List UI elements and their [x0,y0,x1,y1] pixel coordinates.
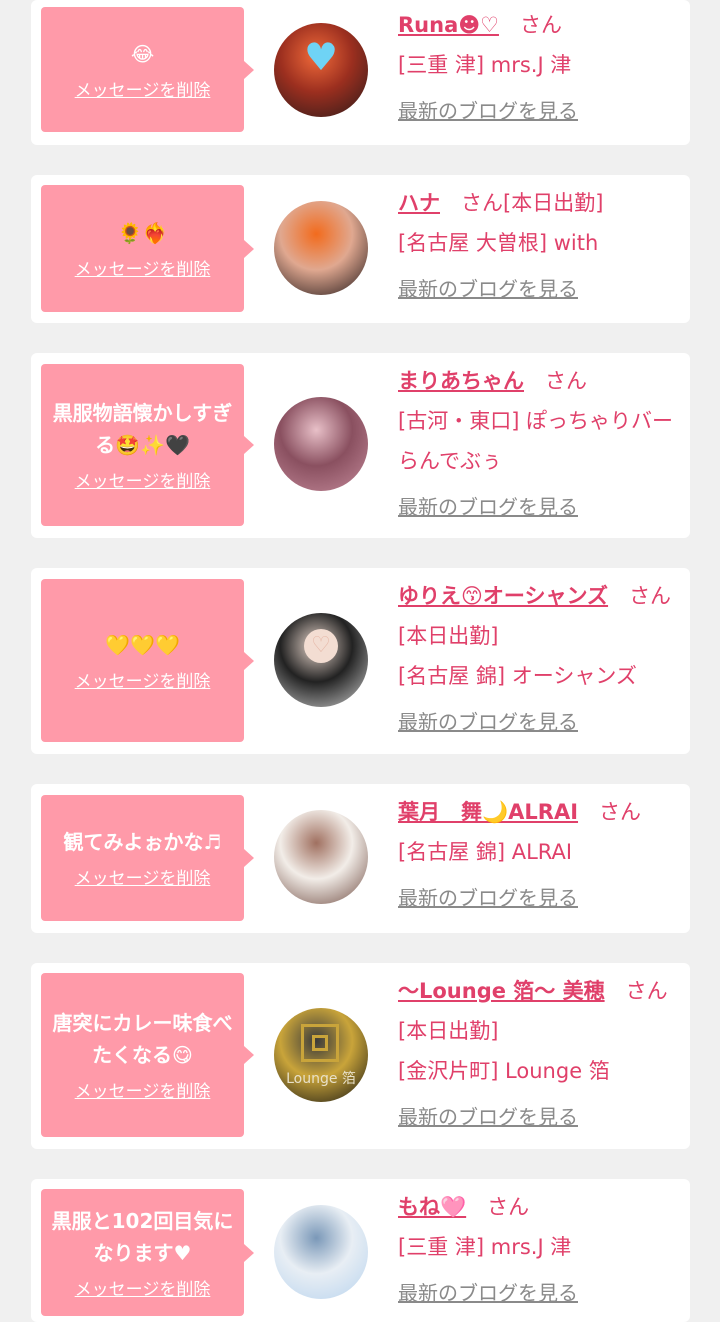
delete-message-link[interactable]: メッセージを削除 [75,471,211,493]
delete-message-link[interactable]: メッセージを削除 [75,671,211,693]
honorific: さん [625,979,668,1003]
latest-blog-link[interactable]: 最新のブログを見る [398,1273,678,1313]
latest-blog-link[interactable]: 最新のブログを見る [398,878,678,918]
honorific: さん [629,584,672,608]
message-text: 黒服と102回目気になります♥ [51,1208,234,1265]
message-card: 観てみよぉかな♬ メッセージを削除 葉月 舞🌙ALRAI さん [名古屋 錦] ALR… [31,784,690,933]
message-bubble: 😂 メッセージを削除 [41,7,254,132]
avatar[interactable] [274,810,368,904]
shop-location: [名古屋 大曽根] with [398,231,599,255]
message-card: 💛💛💛 メッセージを削除 ♡ ゆりえ😙オーシャンズ さん [本日出勤] [名古屋 錦] オ… [31,568,690,754]
cast-name-line: ハナ さん[本日出勤] [398,183,678,223]
avatar[interactable]: ♡ [274,613,368,707]
honorific: さん [461,191,503,215]
cast-info: Runa☻♡ さん [三重 津] mrs.J 津最新のブログを見る [398,5,678,131]
work-status: [本日出勤] [398,624,499,648]
avatar[interactable]: Lounge 箔 [274,1008,368,1102]
shop-location: [名古屋 錦] ALRAI [398,840,573,864]
cast-name-link[interactable]: ハナ [398,191,440,215]
honorific: さん [519,13,562,37]
message-card: 唐突にカレー味食べたくなる😋 メッセージを削除 Lounge 箔 〜Lounge 箔〜… [31,963,690,1149]
delete-message-link[interactable]: メッセージを削除 [75,80,211,102]
message-text: 唐突にカレー味食べたくなる😋 [52,1011,233,1067]
message-bubble: 黒服と102回目気になります♥ メッセージを削除 [41,1189,254,1316]
cast-name-line: 〜Lounge 箔〜 美穂 さん [本日出勤] [398,971,678,1051]
shop-location: [金沢片町] Lounge 箔 [398,1059,610,1083]
cast-name-link[interactable]: ゆりえ😙オーシャンズ [398,584,608,608]
avatar[interactable] [274,1205,368,1299]
lounge-logo-text: Lounge 箔 [286,1071,356,1087]
message-card: 黒服物語懐かしすぎる🤩✨🖤 メッセージを削除 まりあちゃん さん [古河・東口] ぽっ… [31,353,690,538]
latest-blog-link[interactable]: 最新のブログを見る [398,269,678,309]
cast-info: 〜Lounge 箔〜 美穂 さん [本日出勤] [金沢片町] Lounge 箔最新の… [398,971,678,1137]
delete-message-link[interactable]: メッセージを削除 [75,868,211,890]
delete-message-link[interactable]: メッセージを削除 [75,259,211,281]
avatar[interactable] [274,201,368,295]
cast-name-line: Runa☻♡ さん [398,5,678,45]
honorific: さん [545,369,587,393]
message-text: 😂 [130,41,155,66]
cast-info: もね🩷 さん [三重 津] mrs.J 津最新のブログを見る [398,1187,678,1313]
cast-name-link[interactable]: 葉月 舞🌙ALRAI [398,800,578,824]
message-list: 😂 メッセージを削除 ♥ Runa☻♡ さん [三重 津] mrs.J 津最新のブログを… [0,0,720,1322]
cast-name-link[interactable]: まりあちゃん [398,369,524,393]
message-card: 🌻❤️‍🔥 メッセージを削除 ハナ さん[本日出勤] [名古屋 大曽根] with 最新… [31,175,690,323]
delete-message-link[interactable]: メッセージを削除 [75,1081,211,1103]
message-text: 💛💛💛 [105,632,180,657]
delete-message-link[interactable]: メッセージを削除 [75,1279,211,1301]
blue-heart-icon: ♥ [304,35,339,79]
shop-location: [古河・東口] ぽっちゃりバー らんでぶぅ [398,409,674,473]
cast-info: 葉月 舞🌙ALRAI さん [名古屋 錦] ALRAI 最新のブログを見る [398,792,678,918]
honorific: さん [487,1195,530,1219]
shop-location: [三重 津] mrs.J 津 [398,53,572,77]
cast-info: ゆりえ😙オーシャンズ さん [本日出勤] [名古屋 錦] オーシャンズ最新のブログを… [398,576,678,742]
avatar[interactable]: ♥ [274,23,368,117]
cast-info: まりあちゃん さん [古河・東口] ぽっちゃりバー らんでぶぅ最新のブログを見る [398,361,678,527]
avatar[interactable] [274,397,368,491]
work-status: [本日出勤] [503,191,604,215]
latest-blog-link[interactable]: 最新のブログを見る [398,487,678,527]
message-bubble: 観てみよぉかな♬ メッセージを削除 [41,795,254,921]
message-bubble: 💛💛💛 メッセージを削除 [41,579,254,742]
shop-location: [三重 津] mrs.J 津 [398,1235,572,1259]
cast-name-link[interactable]: 〜Lounge 箔〜 美穂 [398,979,605,1003]
latest-blog-link[interactable]: 最新のブログを見る [398,702,678,742]
cast-name-link[interactable]: Runa☻♡ [398,13,499,37]
message-text: 観てみよぉかな♬ [63,830,222,854]
honorific: さん [599,800,642,824]
work-status: [本日出勤] [398,1019,499,1043]
message-bubble: 黒服物語懐かしすぎる🤩✨🖤 メッセージを削除 [41,364,254,526]
cast-name-line: ゆりえ😙オーシャンズ さん [本日出勤] [398,576,678,656]
cast-name-line: 葉月 舞🌙ALRAI さん [398,792,678,832]
heart-outline-icon: ♡ [304,629,338,663]
lounge-logo-icon [301,1024,339,1062]
cast-name-link[interactable]: もね🩷 [398,1195,466,1219]
message-text: 黒服物語懐かしすぎる🤩✨🖤 [52,401,233,457]
latest-blog-link[interactable]: 最新のブログを見る [398,91,678,131]
cast-name-line: もね🩷 さん [398,1187,678,1227]
message-bubble: 唐突にカレー味食べたくなる😋 メッセージを削除 [41,973,254,1137]
message-bubble: 🌻❤️‍🔥 メッセージを削除 [41,185,254,312]
cast-name-line: まりあちゃん さん [398,361,678,401]
message-card: 😂 メッセージを削除 ♥ Runa☻♡ さん [三重 津] mrs.J 津最新のブログを… [31,0,690,145]
cast-info: ハナ さん[本日出勤] [名古屋 大曽根] with 最新のブログを見る [398,183,678,309]
message-card: 黒服と102回目気になります♥ メッセージを削除 もね🩷 さん [三重 津] mrs.… [31,1179,690,1322]
lounge-logo-mark [312,1035,328,1051]
latest-blog-link[interactable]: 最新のブログを見る [398,1097,678,1137]
shop-location: [名古屋 錦] オーシャンズ [398,664,637,688]
message-text: 🌻❤️‍🔥 [117,220,168,245]
